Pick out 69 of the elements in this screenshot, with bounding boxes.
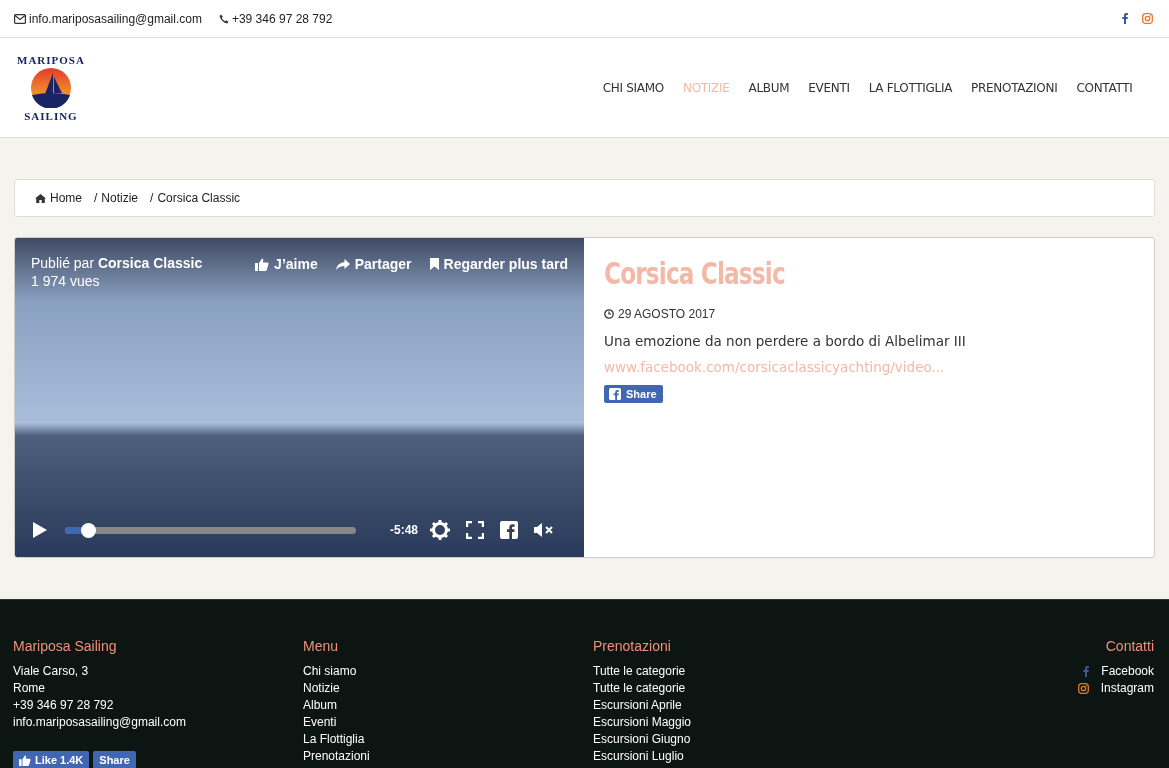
facebook-share-button[interactable]: Share [93,751,136,768]
footer-link[interactable]: La Flottiglia [303,731,365,748]
publisher-text: Publié par Corsica Classic [31,255,203,271]
logo-text: SAILING [24,109,78,122]
breadcrumb-link[interactable]: Home [50,191,82,205]
email-link[interactable]: info.mariposasailing@gmail.com [29,11,202,26]
article-text: Una emozione da non perdere a bordo di Albelimar III [604,333,966,349]
fullscreen-icon[interactable] [466,521,484,539]
watch-later-button[interactable]: Regarder plus tard [429,255,568,273]
footer-link[interactable]: Escursioni Aprile [593,697,682,714]
video-share-button[interactable]: Partager [335,255,412,273]
share-arrow-icon [335,258,350,270]
thumbs-up-icon [255,257,270,271]
footer-link[interactable]: Escursioni Luglio [593,748,684,765]
nav-link[interactable]: PRENOTAZIONI [961,80,1067,95]
thumbs-up-icon [19,754,31,766]
footer-heading: Mariposa Sailing [13,638,117,654]
logo-text: MARIPOSA [17,53,85,66]
nav-link[interactable]: ALBUM [739,80,799,95]
nav-link[interactable]: CONTATTI [1066,80,1142,95]
footer-heading: Contatti [1105,638,1154,654]
address-line: +39 346 97 28 792 [13,697,114,714]
facebook-icon[interactable] [500,521,518,539]
footer-heading: Prenotazioni [593,638,671,654]
view-count: 1 974 vues [31,273,101,289]
footer-heading: Menu [303,638,339,654]
footer-link[interactable]: Tutte le categorie [593,680,686,697]
footer-link[interactable]: Escursioni Giugno [593,731,691,748]
article-date: 29 AGOSTO 2017 [618,307,716,321]
settings-icon[interactable] [430,520,450,540]
instagram-icon[interactable] [1142,13,1153,24]
bookmark-icon [429,258,439,270]
social-link[interactable]: Facebook [1101,663,1154,680]
facebook-share-button[interactable]: Share [604,385,663,403]
footer-link[interactable]: Escursioni Maggio [593,714,692,731]
instagram-icon [1077,683,1089,694]
footer-link[interactable]: Tutte le categorie [593,663,686,680]
progress-handle[interactable] [81,522,97,538]
like-button[interactable]: J’aime [255,255,318,273]
clock-icon [604,309,614,319]
breadcrumb-link[interactable]: Corsica Classic [157,191,241,205]
footer-link[interactable]: Chi siamo [303,663,357,680]
sailboat-sunset-logo-icon[interactable] [30,67,71,108]
play-icon[interactable] [33,522,47,538]
envelope-icon [14,13,26,24]
phone-number: +39 346 97 28 792 [231,11,333,26]
nav-link[interactable]: EVENTI [798,80,860,95]
phone-icon [218,13,229,24]
social-link[interactable]: Instagram [1100,680,1154,697]
article-title: Corsica Classic [604,256,785,291]
facebook-icon[interactable] [1122,13,1128,24]
address-line: Viale Carso, 3 [13,663,89,680]
footer-link[interactable]: Notizie [303,680,340,697]
address-line: Rome [13,680,45,697]
breadcrumb-separator: / [94,191,98,205]
facebook-icon [609,388,621,400]
home-icon [35,193,46,203]
mute-icon[interactable] [534,523,554,537]
footer-link[interactable]: Prenotazioni [303,748,370,765]
nav-link[interactable]: LA FLOTTIGLIA [859,80,962,95]
footer-link[interactable]: Eventi [303,714,337,731]
breadcrumb-separator: / [150,191,154,205]
facebook-icon [1083,666,1090,677]
breadcrumb-link[interactable]: Notizie [101,191,139,205]
nav-link[interactable]: CHI SIAMO [593,80,674,95]
footer-link[interactable]: Album [303,697,337,714]
facebook-like-button[interactable]: Like 1.4K [13,751,90,768]
address-line: info.mariposasailing@gmail.com [13,714,186,731]
time-remaining: -5:48 [390,523,418,537]
